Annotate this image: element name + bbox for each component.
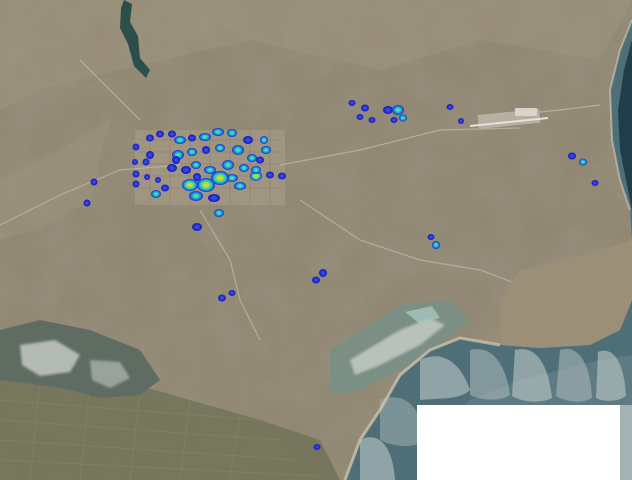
heatmap-point [132, 180, 140, 188]
heatmap-point [192, 223, 202, 231]
heatmap-point [146, 134, 154, 142]
heatmap-point [181, 166, 191, 174]
heatmap-point [278, 172, 286, 180]
heatmap-point [458, 118, 464, 124]
heatmap-point [132, 159, 138, 165]
heatmap-point [211, 171, 229, 185]
heatmap-point [182, 179, 198, 191]
heatmap-point [144, 174, 150, 180]
heatmap-point [189, 191, 203, 201]
heatmap-point [390, 117, 398, 123]
heatmap-point [368, 117, 376, 123]
heatmap-point [260, 136, 268, 144]
heatmap-point [188, 134, 196, 142]
heatmap-point [132, 170, 140, 178]
heatmap-point [168, 130, 176, 138]
heatmap-point [222, 160, 234, 170]
heatmap-point [146, 151, 154, 159]
heatmap-point [591, 180, 599, 186]
heatmap-point [247, 154, 257, 162]
heatmap-point [313, 444, 321, 450]
heatmap-point [90, 178, 98, 186]
heatmap-point [83, 199, 91, 207]
heatmap-point [199, 133, 211, 141]
heatmap-point [348, 100, 356, 106]
heatmap-point [432, 241, 440, 249]
heatmap-point [261, 146, 271, 154]
heatmap-point [319, 269, 327, 277]
heatmap-point [446, 104, 454, 110]
map-canvas[interactable] [0, 0, 632, 480]
blank-tile [417, 405, 620, 480]
heatmap-point [132, 143, 140, 151]
heatmap-point [142, 158, 150, 166]
heatmap-point [232, 145, 244, 155]
satellite-map[interactable] [0, 0, 632, 480]
heatmap-point [174, 136, 186, 144]
heatmap-point [167, 164, 177, 172]
heatmap-point [215, 144, 225, 152]
heatmap-point [427, 234, 435, 240]
sea-edge-tile [620, 405, 632, 480]
heatmap-point [187, 148, 197, 156]
heatmap-point [151, 190, 161, 198]
heatmap-point [243, 136, 253, 144]
heatmap-point [239, 164, 249, 172]
heatmap-point [256, 156, 264, 164]
heatmap-point [202, 146, 210, 154]
heatmap-point [208, 194, 220, 202]
heatmap-point [251, 166, 261, 174]
heatmap-point [172, 156, 180, 164]
heatmap-point [312, 276, 320, 284]
heatmap-point [156, 130, 164, 138]
heatmap-point [579, 158, 587, 166]
heatmap-point [218, 294, 226, 302]
heatmap-point [191, 161, 201, 169]
heatmap-point [568, 152, 576, 160]
heatmap-point [155, 177, 161, 183]
heatmap-point [361, 104, 369, 112]
heatmap-point [227, 129, 237, 137]
heatmap-point [214, 209, 224, 217]
heatmap-point [399, 114, 407, 122]
heatmap-point [193, 173, 201, 181]
heatmap-point [228, 290, 236, 296]
heatmap-point [234, 182, 246, 190]
heatmap-point [356, 114, 364, 120]
heatmap-point [392, 105, 404, 115]
heatmap-point [383, 106, 393, 114]
heatmap-point [212, 128, 224, 136]
heatmap-point [266, 171, 274, 179]
heatmap-point [161, 184, 169, 192]
